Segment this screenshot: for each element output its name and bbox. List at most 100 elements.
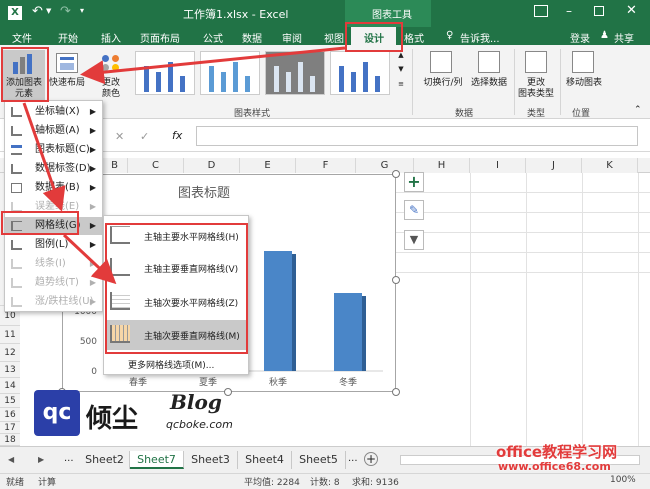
chart-style-3[interactable]: [265, 51, 325, 95]
tab-page-layout[interactable]: 页面布局: [140, 30, 180, 45]
row-header[interactable]: 12: [0, 344, 20, 362]
column-header[interactable]: K: [582, 158, 638, 173]
submenu-item-primary-major-horizontal[interactable]: 主轴主要水平网格线(H): [106, 222, 246, 250]
row-header[interactable]: 13: [0, 362, 20, 378]
more-sheets-right[interactable]: ...: [348, 453, 358, 464]
change-colors-icon[interactable]: [100, 53, 122, 73]
column-header[interactable]: H: [414, 158, 470, 173]
maximize-icon[interactable]: [594, 6, 604, 16]
menu-item-data-table[interactable]: 数据表(B) ▶: [5, 179, 102, 197]
tell-me-input[interactable]: 告诉我...: [460, 30, 500, 45]
change-colors-label[interactable]: 更改: [94, 78, 128, 89]
chart-elements-button[interactable]: +: [404, 172, 424, 192]
tab-formulas[interactable]: 公式: [203, 30, 223, 45]
sheet-tab[interactable]: Sheet3: [184, 451, 238, 469]
tab-home[interactable]: 开始: [58, 30, 78, 45]
chart-bar[interactable]: [334, 293, 362, 371]
menu-item-legend[interactable]: 图例(L) ▶: [5, 236, 102, 254]
menu-item-chart-title[interactable]: 图表标题(C) ▶: [5, 141, 102, 159]
row-header[interactable]: 14: [0, 378, 20, 394]
change-chart-type-label[interactable]: 更改: [516, 78, 556, 89]
chart-styles-gallery[interactable]: ▲ ▼ ≡: [130, 49, 408, 99]
sheet-tab[interactable]: Sheet2: [80, 451, 130, 469]
tab-view[interactable]: 视图: [324, 30, 344, 45]
row-header[interactable]: 15: [0, 394, 20, 408]
zoom-level[interactable]: 100%: [610, 475, 636, 485]
undo-dropdown-icon[interactable]: ▼: [46, 7, 51, 15]
collapse-ribbon-icon[interactable]: ⌃: [634, 105, 642, 115]
quick-layout-icon[interactable]: [56, 53, 78, 73]
gallery-scroll-up-icon[interactable]: ▲: [396, 51, 406, 65]
column-header[interactable]: E: [240, 158, 296, 173]
tab-design[interactable]: 设计: [364, 30, 384, 45]
chart-style-2[interactable]: [200, 51, 260, 95]
sheet-tab[interactable]: Sheet5: [292, 451, 346, 469]
tab-insert[interactable]: 插入: [101, 30, 121, 45]
tab-file[interactable]: 文件: [12, 30, 32, 45]
column-header[interactable]: G: [356, 158, 414, 173]
minimize-icon[interactable]: –: [566, 4, 572, 18]
menu-item-data-labels[interactable]: 数据标签(D) ▶: [5, 160, 102, 178]
quick-layout-label[interactable]: 快速布局: [47, 78, 87, 89]
gallery-more-icon[interactable]: ≡: [396, 80, 406, 94]
customize-qat-icon[interactable]: ▾: [80, 6, 84, 15]
move-chart-icon[interactable]: [572, 51, 594, 73]
sheet-tab-active[interactable]: Sheet7: [130, 451, 184, 469]
column-header[interactable]: J: [526, 158, 582, 173]
next-sheet-icon[interactable]: ▶: [38, 455, 44, 464]
login-link[interactable]: 登录: [570, 30, 590, 45]
move-chart-button[interactable]: 移动图表: [562, 78, 606, 89]
row-header[interactable]: 16: [0, 408, 20, 422]
enter-icon[interactable]: ✓: [140, 130, 149, 143]
tab-review[interactable]: 审阅: [282, 30, 302, 45]
menu-item-axis-titles[interactable]: 轴标题(A) ▶: [5, 122, 102, 140]
chart-style-4[interactable]: [330, 51, 390, 95]
switch-row-col-icon[interactable]: [430, 51, 452, 73]
column-header[interactable]: I: [470, 158, 526, 173]
prev-sheet-icon[interactable]: ◀: [8, 455, 14, 464]
tab-data[interactable]: 数据: [242, 30, 262, 45]
ribbon-display-icon[interactable]: [534, 5, 548, 17]
gallery-scroll-down-icon[interactable]: ▼: [396, 65, 406, 79]
add-chart-element-button[interactable]: 添加图表 元素: [3, 50, 45, 102]
chart-handle[interactable]: [392, 170, 400, 178]
change-colors-label-2[interactable]: 颜色: [94, 89, 128, 100]
formula-input[interactable]: [196, 126, 638, 146]
change-chart-type-icon[interactable]: [525, 51, 547, 73]
chart-styles-brush-icon[interactable]: ✎: [404, 200, 424, 220]
column-header[interactable]: D: [184, 158, 240, 173]
fx-icon[interactable]: fx: [172, 129, 182, 142]
undo-icon[interactable]: ↶: [32, 4, 43, 19]
add-sheet-icon[interactable]: +: [364, 452, 378, 466]
select-data-icon[interactable]: [478, 51, 500, 73]
column-header[interactable]: C: [128, 158, 184, 173]
more-gridline-options[interactable]: 更多网格线选项(M)...: [128, 358, 214, 371]
switch-row-col-button[interactable]: 切换行/列: [420, 78, 466, 89]
share-button[interactable]: 共享: [614, 30, 634, 45]
chart-handle[interactable]: [392, 388, 400, 396]
chart-handle[interactable]: [224, 388, 232, 396]
submenu-item-primary-minor-vertical[interactable]: 主轴次要垂直网格线(M): [106, 320, 246, 350]
menu-item-error-bars: 误差线(E) ▶: [5, 198, 102, 216]
redo-icon[interactable]: ↷: [60, 4, 71, 19]
menu-item-gridlines[interactable]: 网格线(G) ▶: [5, 217, 102, 235]
chart-bar[interactable]: [264, 251, 292, 371]
cancel-icon[interactable]: ✕: [115, 130, 124, 143]
chart-handle[interactable]: [392, 276, 400, 284]
submenu-item-primary-minor-horizontal[interactable]: 主轴次要水平网格线(Z): [106, 288, 246, 316]
more-sheets-left[interactable]: ...: [64, 453, 74, 464]
menu-item-axes[interactable]: 坐标轴(X) ▶: [5, 103, 102, 121]
submenu-item-primary-major-vertical[interactable]: 主轴主要垂直网格线(V): [106, 254, 246, 282]
select-data-button[interactable]: 选择数据: [466, 78, 512, 89]
chart-filter-icon[interactable]: ▼: [404, 230, 424, 250]
row-header[interactable]: 17: [0, 422, 20, 434]
tab-format[interactable]: 格式: [404, 30, 424, 45]
row-header[interactable]: 18: [0, 434, 20, 446]
column-header[interactable]: F: [296, 158, 356, 173]
close-icon[interactable]: ✕: [626, 3, 637, 18]
column-header[interactable]: B: [102, 158, 128, 173]
row-header[interactable]: 11: [0, 326, 20, 344]
chart-style-1[interactable]: [135, 51, 195, 95]
change-chart-type-label-2[interactable]: 图表类型: [512, 89, 560, 100]
sheet-tab[interactable]: Sheet4: [238, 451, 292, 469]
